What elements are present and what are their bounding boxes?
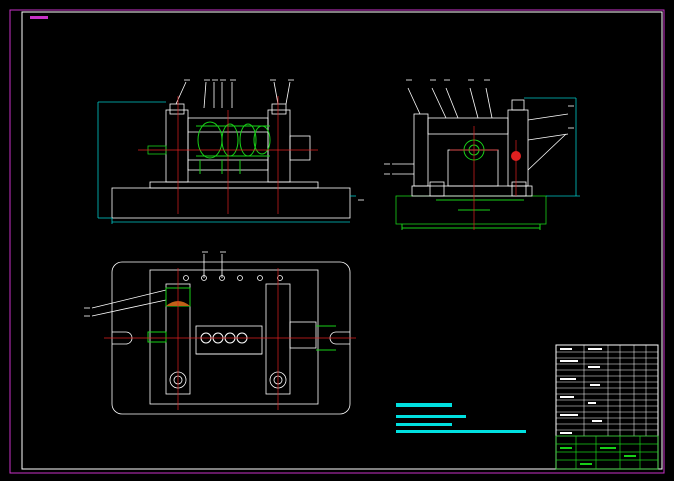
front-base-plate: [111, 187, 351, 219]
technical-notes: [396, 403, 526, 433]
notes-title-bar: [396, 403, 452, 407]
side-top-bolt: [511, 99, 525, 111]
front-mid-plate: [149, 181, 319, 189]
side-balloons: [384, 79, 574, 175]
side-right-column: [507, 109, 529, 187]
side-foot-right: [511, 181, 527, 197]
title-block: [555, 344, 659, 470]
inner-frame: [21, 11, 663, 470]
front-workpiece: [196, 121, 271, 174]
top-center-block: [195, 325, 263, 355]
side-view: [392, 87, 569, 225]
front-left-column: [165, 109, 189, 183]
notes-line-2: [396, 423, 452, 426]
front-right-bolt: [271, 103, 287, 115]
cad-drawing-sheet: [0, 0, 674, 481]
side-centerlines: [450, 126, 517, 230]
side-left-column: [413, 113, 429, 187]
notes-line-3: [396, 430, 526, 433]
side-top-bar: [427, 117, 509, 135]
top-side-boss: [289, 321, 317, 349]
outer-frame: [9, 9, 665, 474]
top-green-parts: [147, 287, 336, 351]
front-left-bolt: [169, 103, 185, 115]
drawing-canvas: [9, 9, 665, 474]
front-side-boss: [289, 135, 311, 161]
top-fixture-body: [149, 269, 319, 405]
front-right-column: [267, 109, 291, 183]
side-foot-left: [429, 181, 445, 197]
front-centerlines: [138, 96, 318, 214]
front-view: [97, 81, 364, 224]
frame-mark: [30, 16, 48, 19]
notes-line-1: [396, 415, 466, 418]
